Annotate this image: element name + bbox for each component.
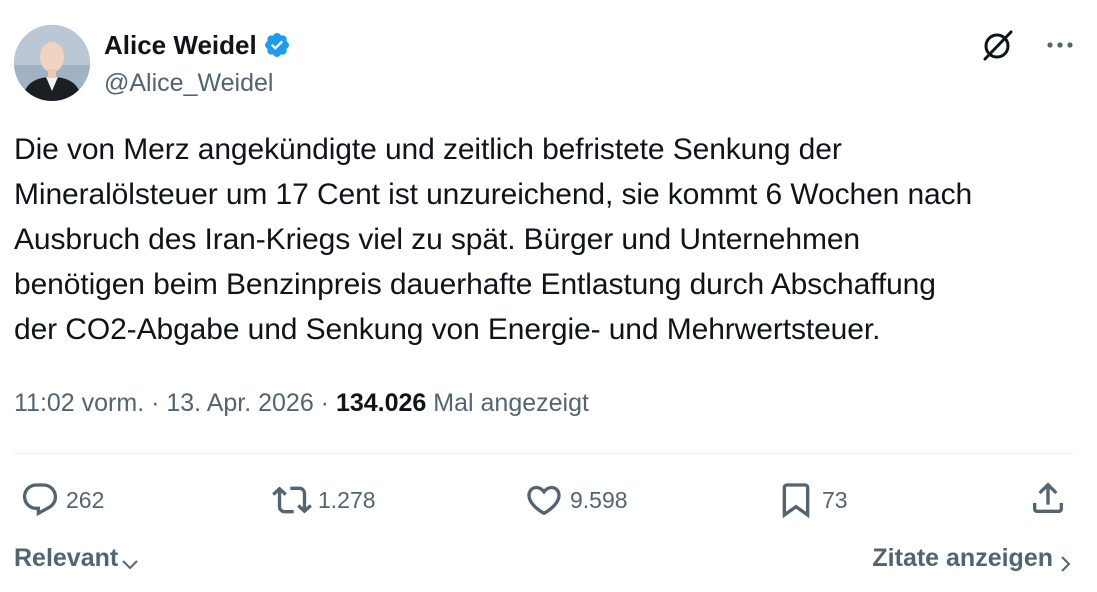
- retweet-icon: [272, 480, 312, 520]
- author-handle[interactable]: @Alice_Weidel: [104, 68, 291, 98]
- display-name[interactable]: Alice Weidel: [104, 30, 257, 60]
- tweet-card: Alice Weidel @Alice_Weidel Die von Merz …: [0, 0, 1097, 592]
- tweet-text-line: Die von Merz angekündigte und zeitlich b…: [14, 133, 842, 166]
- tweet-text: Die von Merz angekündigte und zeitlich b…: [14, 127, 1084, 352]
- reply-icon: [20, 480, 60, 520]
- reply-button[interactable]: 262: [20, 478, 104, 522]
- meta-separator: ·: [144, 389, 167, 417]
- grok-icon[interactable]: [981, 28, 1015, 62]
- bookmark-icon: [776, 480, 816, 520]
- heart-icon: [524, 480, 564, 520]
- chevron-right-icon: [1055, 548, 1075, 572]
- author-names: Alice Weidel @Alice_Weidel: [104, 25, 291, 98]
- more-icon[interactable]: [1045, 30, 1075, 60]
- tweet-time[interactable]: 11:02 vorm.: [14, 389, 144, 417]
- avatar[interactable]: [14, 25, 90, 101]
- retweet-button[interactable]: 1.278: [272, 478, 376, 522]
- tweet-header: Alice Weidel @Alice_Weidel: [14, 25, 291, 101]
- tweet-text-line: der CO2-Abgabe und Senkung von Energie- …: [14, 313, 881, 346]
- replies-footer: Relevant Zitate anzeigen: [14, 540, 1075, 576]
- tweet-text-line: Ausbruch des Iran-Kriegs viel zu spät. B…: [14, 223, 861, 256]
- verified-badge-icon[interactable]: [263, 31, 291, 59]
- bookmark-button[interactable]: 73: [776, 478, 848, 522]
- sort-label: Relevant: [14, 544, 119, 572]
- retweet-count: 1.278: [318, 487, 376, 513]
- reply-count: 262: [66, 487, 105, 513]
- tweet-text-line: Mineralölsteuer um 17 Cent ist unzureich…: [14, 178, 973, 211]
- avatar-image: [14, 25, 90, 101]
- like-count: 9.598: [570, 487, 628, 513]
- share-button[interactable]: [1028, 478, 1068, 518]
- tweet-actions: 262 1.278 9.598 73: [14, 478, 1075, 522]
- divider: [14, 453, 1075, 454]
- tweet-meta: 11:02 vorm. · 13. Apr. 2026 · 134.026 Ma…: [14, 386, 589, 420]
- top-actions: [981, 28, 1075, 62]
- tweet-text-line: benötigen beim Benzinpreis dauerhafte En…: [14, 268, 936, 301]
- views-label: Mal angezeigt: [433, 389, 589, 417]
- bookmark-count: 73: [822, 487, 848, 513]
- chevron-down-icon: [120, 548, 140, 570]
- meta-separator: ·: [313, 389, 336, 417]
- views-count: 134.026: [335, 389, 427, 417]
- display-name-row: Alice Weidel: [104, 30, 291, 60]
- sort-dropdown[interactable]: Relevant: [14, 540, 140, 576]
- quotes-label: Zitate anzeigen: [872, 544, 1053, 572]
- like-button[interactable]: 9.598: [524, 478, 628, 522]
- share-icon: [1028, 478, 1068, 518]
- tweet-date[interactable]: 13. Apr. 2026: [166, 389, 313, 417]
- show-quotes-link[interactable]: Zitate anzeigen: [872, 540, 1075, 576]
